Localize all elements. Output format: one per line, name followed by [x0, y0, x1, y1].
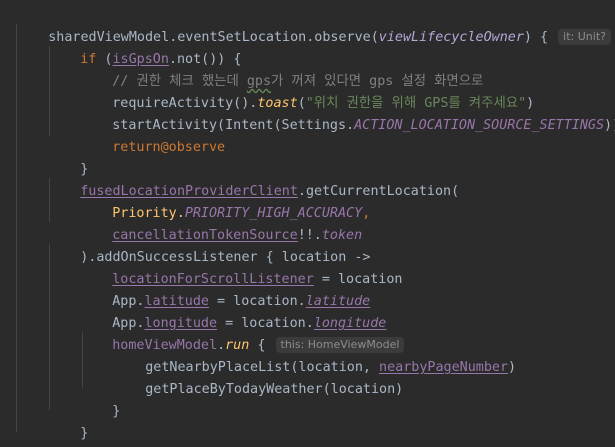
code-line: getPlaceByTodayWeather(location) [113, 357, 403, 397]
code-token: } [80, 426, 89, 441]
code-line: return@observe [80, 115, 225, 155]
code-line: requireActivity().toast("위치 권한을 위해 GPS를 … [80, 71, 534, 111]
code-line: if (isGpsOn.not()) { [48, 27, 241, 67]
code-token: @observe [160, 140, 226, 155]
code-line: locationForScrollListener = location [80, 247, 402, 287]
code-token: ) { [523, 30, 549, 45]
code-token: viewLifecycleOwner [378, 30, 524, 45]
code-token: return [112, 140, 161, 155]
code-token: , [362, 206, 371, 221]
code-line: } [48, 137, 88, 177]
code-line: fusedLocationProviderClient.getCurrentLo… [48, 159, 459, 199]
inlay-hint: it: Unit? [558, 29, 611, 45]
code-token: ) [508, 360, 517, 375]
code-editor[interactable]: sharedViewModel.eventSetLocation.observe… [0, 0, 615, 447]
code-line: } [48, 401, 88, 441]
indent-guide [16, 24, 17, 432]
code-line: App.latitude = location.latitude [80, 269, 370, 309]
code-line: Priority.PRIORITY_HIGH_ACCURACY, [80, 181, 370, 221]
code-line: ).addOnSuccessListener { location -> [48, 225, 370, 265]
code-line: homeViewModel.run { this: HomeViewModel [80, 313, 405, 353]
code-line: // 권한 체크 했는데 gps가 꺼져 있다면 gps 설정 화면으로 [80, 49, 483, 89]
code-token: getPlaceByTodayWeather(location) [145, 382, 404, 397]
code-line: cancellationTokenSource!!.token [80, 203, 362, 243]
code-line: } [16, 423, 56, 445]
code-line: App.longitude = location.longitude [80, 291, 386, 331]
code-line: startActivity(Intent(Settings.ACTION_LOC… [80, 93, 615, 133]
code-line: sharedViewModel.eventSetLocation.observe… [16, 5, 611, 45]
code-token: } [112, 404, 121, 419]
code-line: getNearbyPlaceList(location, nearbyPageN… [113, 335, 516, 375]
code-token: )) [604, 118, 615, 133]
code-token: ACTION_LOCATION_SOURCE_SETTINGS [354, 118, 605, 133]
code-line: } [80, 379, 120, 419]
